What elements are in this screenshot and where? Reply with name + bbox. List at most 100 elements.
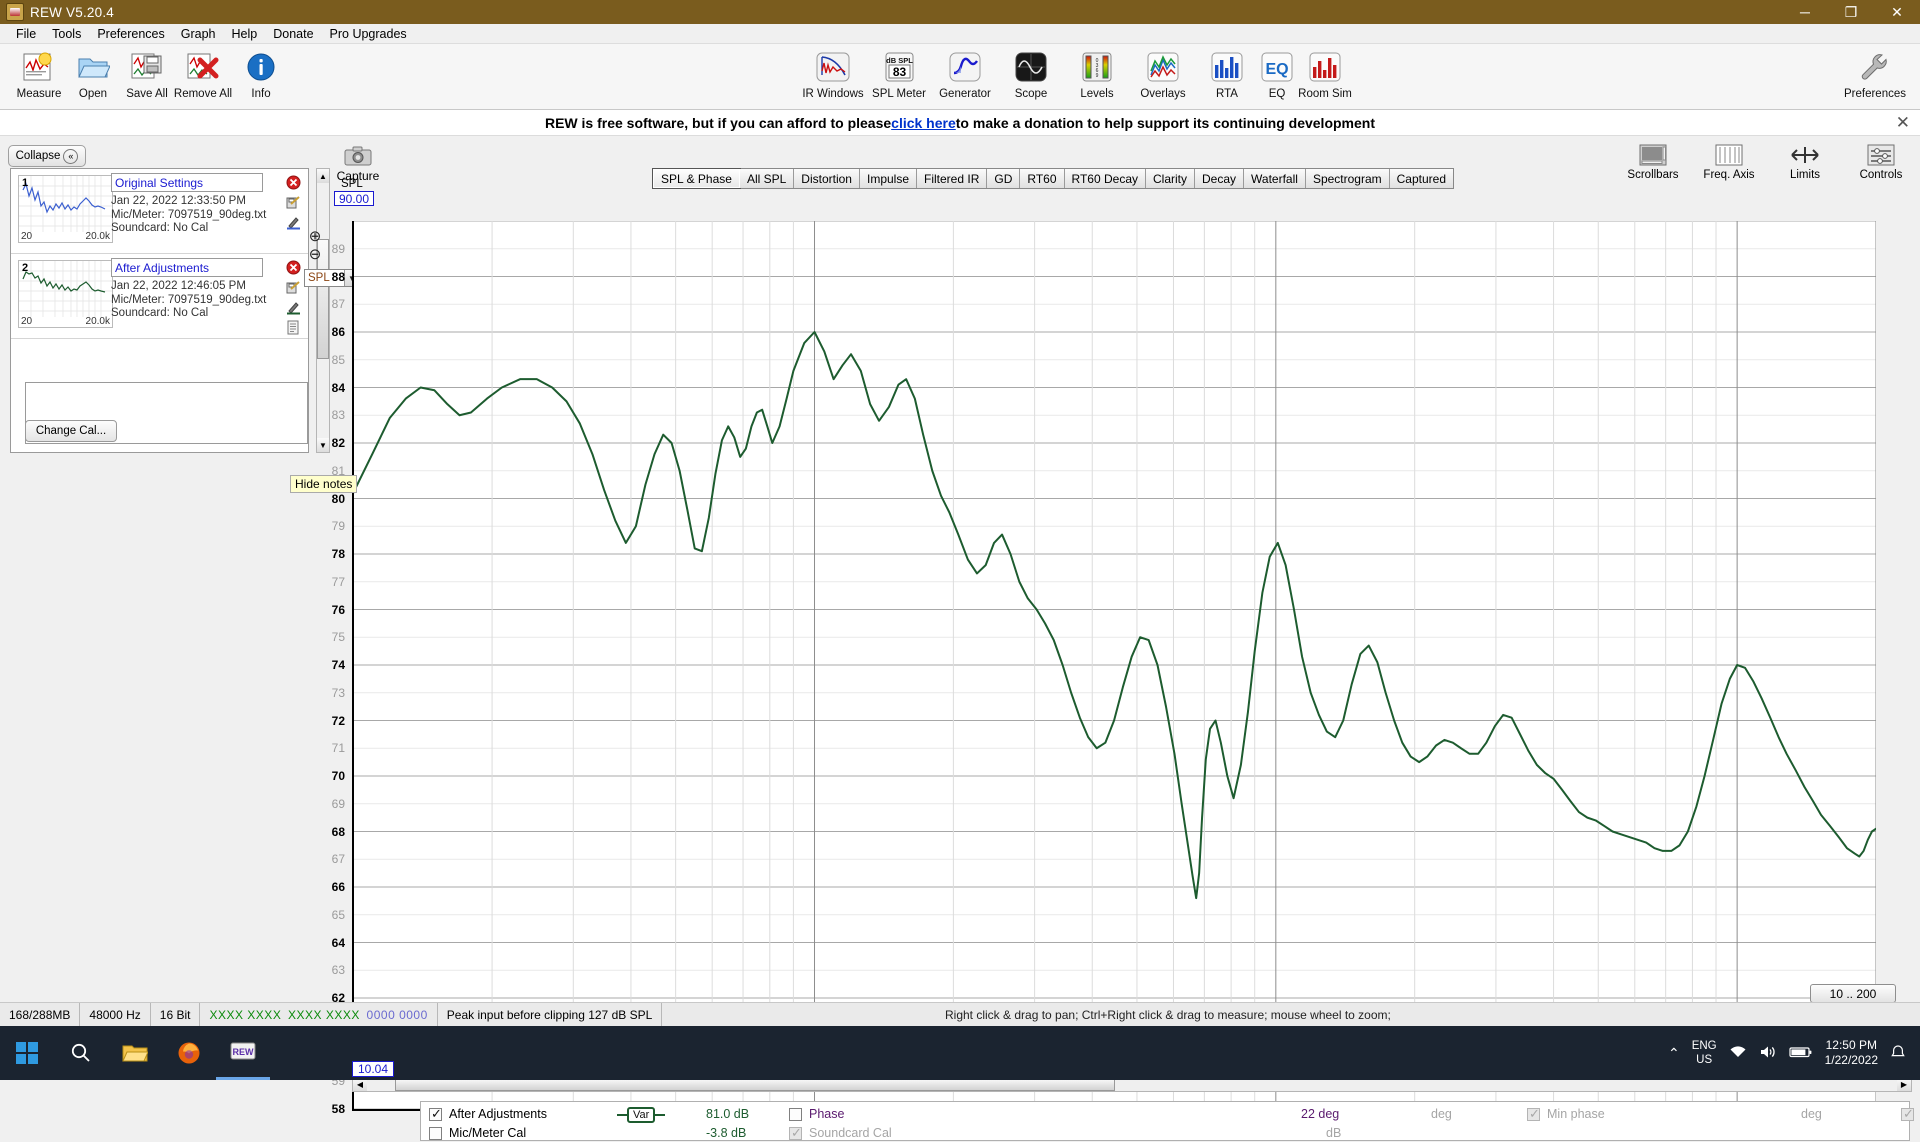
menu-item-help[interactable]: Help (224, 25, 266, 43)
battery-icon[interactable] (1789, 1045, 1813, 1062)
rew-taskbar-button[interactable]: REW (216, 1026, 270, 1080)
toolbar-scope-button[interactable]: Scope (994, 48, 1068, 100)
language-indicator[interactable]: ENG US (1692, 1039, 1717, 1067)
measurement-notes-icon-2[interactable] (283, 317, 303, 337)
limits-button[interactable]: Limits (1774, 141, 1836, 181)
tab-all-spl[interactable]: All SPL (739, 169, 795, 188)
firefox-icon[interactable] (162, 1026, 216, 1080)
measurement-thumb-high-2: 20.0k (85, 316, 110, 327)
y-tick-label: 75 (331, 630, 345, 645)
status-hint-text: Right click & drag to pan; Ctrl+Right cl… (945, 1007, 1391, 1022)
donation-banner: REW is free software, but if you can aff… (0, 110, 1920, 136)
tab-gd[interactable]: GD (987, 169, 1021, 188)
levels-icon: 0 3 6 9 (1060, 48, 1134, 86)
after-adjustments-checkbox[interactable] (429, 1106, 442, 1122)
toolbar-levels-button[interactable]: 0 3 6 9 Levels (1060, 48, 1134, 100)
legend-row-phase[interactable]: Phase (789, 1105, 844, 1123)
delete-measurement-icon-2[interactable] (283, 257, 303, 277)
save-measurement-icon-1[interactable] (283, 192, 303, 212)
measurement-title-input-2[interactable] (111, 258, 263, 277)
notification-icon[interactable] (1890, 1044, 1906, 1063)
tab-distortion[interactable]: Distortion (794, 169, 860, 188)
mic-meter-cal-checkbox[interactable] (429, 1126, 442, 1140)
measurement-title-input-1[interactable] (111, 173, 263, 192)
toolbar-ir-windows-button[interactable]: IR Windows (796, 48, 870, 100)
toolbar-overlays-button[interactable]: Overlays (1126, 48, 1200, 100)
info-icon (224, 48, 298, 86)
controls-button[interactable]: Controls (1850, 141, 1912, 181)
menu-item-preferences[interactable]: Preferences (89, 25, 172, 43)
delete-measurement-icon-1[interactable] (283, 172, 303, 192)
capture-button[interactable]: Capture (325, 143, 391, 183)
menu-item-donate[interactable]: Donate (265, 25, 321, 43)
x-axis-left-value-field[interactable]: 10.04 (352, 1061, 394, 1077)
menu-item-pro-upgrades[interactable]: Pro Upgrades (322, 25, 415, 43)
legend-row-mic-meter-cal[interactable]: Mic/Meter Cal (429, 1124, 526, 1142)
legend-row-after-adjustments[interactable]: After Adjustments (429, 1105, 547, 1123)
save-measurement-icon-2[interactable] (283, 277, 303, 297)
scrollbars-button[interactable]: Scrollbars (1622, 141, 1684, 181)
banner-text-before: REW is free software, but if you can aff… (544, 114, 892, 131)
menu-item-file[interactable]: File (8, 25, 44, 43)
tab-impulse[interactable]: Impulse (859, 169, 918, 188)
maximize-button[interactable]: ❐ (1828, 0, 1874, 24)
measurement-color-icon-2[interactable] (283, 297, 303, 317)
room-sim-icon (1288, 48, 1362, 86)
toolbar-generator-button[interactable]: Generator (928, 48, 1002, 100)
toolbar-info-button[interactable]: Info (224, 48, 298, 100)
banner-donate-link[interactable]: click here (891, 115, 956, 131)
taskbar-clock[interactable]: 12:50 PM 1/22/2022 (1825, 1038, 1878, 1068)
change-cal-button[interactable]: Change Cal... (25, 420, 117, 442)
tab-clarity[interactable]: Clarity (1146, 169, 1196, 188)
collapse-button[interactable]: Collapse « (8, 145, 86, 167)
tab-spectrogram[interactable]: Spectrogram (1305, 169, 1390, 188)
measurement-color-icon-1[interactable] (283, 212, 303, 232)
phase-checkbox[interactable] (789, 1107, 802, 1121)
y-axis-title: SPL (341, 178, 363, 190)
min-phase-label: Min phase (1547, 1107, 1605, 1121)
measurement-thumbnail-2: 2 20 20.0k (18, 260, 113, 328)
mic-meter-cal-value: -3.8 dB (706, 1126, 747, 1140)
tab-spl-phase[interactable]: SPL & Phase (652, 168, 741, 189)
close-button[interactable]: ✕ (1874, 0, 1920, 24)
after-adjustments-var-control[interactable]: Var (617, 1107, 666, 1123)
tab-rt60[interactable]: RT60 (1020, 169, 1065, 188)
measurement-date-2: Jan 22, 2022 12:46:05 PM (111, 280, 246, 292)
freq-axis-button[interactable]: Freq. Axis (1698, 141, 1760, 181)
measurement-item-1[interactable]: 1 20 20.0k Jan 22, 2022 12:33:50 PM Mic/… (11, 169, 308, 254)
tab-captured[interactable]: Captured (1389, 169, 1454, 188)
file-explorer-icon[interactable] (108, 1026, 162, 1080)
y-tick-label: 78 (331, 547, 345, 561)
toolbar-scope-label: Scope (1014, 88, 1048, 100)
measurement-item-2[interactable]: 2 20 20.0k Jan 22, 2022 12:46:05 PM Mic/… (11, 254, 308, 339)
toolbar-room-sim-button[interactable]: Room Sim (1288, 48, 1362, 100)
y-tick-label: 80 (331, 491, 345, 506)
phase-value: 22 deg (1301, 1107, 1340, 1121)
tray-chevron-icon[interactable]: ⌃ (1668, 1045, 1680, 1062)
range-preset-10-200-button[interactable]: 10 .. 200 (1810, 984, 1896, 1003)
toolbar-spl-meter-button[interactable]: dB SPL 83 SPL Meter (862, 48, 936, 100)
spl-chart: ⊕ ⊖ SPL ▼ 586062646668707274767880828486… (304, 191, 1910, 1129)
tab-waterfall[interactable]: Waterfall (1244, 169, 1306, 188)
menu-item-tools[interactable]: Tools (44, 25, 89, 43)
limits-icon (1774, 141, 1836, 169)
menu-item-graph[interactable]: Graph (173, 25, 224, 43)
overlays-icon (1126, 48, 1200, 86)
y-tick-label: 76 (331, 602, 345, 617)
banner-close-icon[interactable]: ✕ (1896, 113, 1910, 133)
toolbar-ir-windows-label: IR Windows (802, 88, 864, 100)
tab-rt60-decay[interactable]: RT60 Decay (1064, 169, 1146, 188)
search-icon[interactable] (54, 1026, 108, 1080)
tab-filtered-ir[interactable]: Filtered IR (917, 169, 988, 188)
toolbar-preferences-button[interactable]: Preferences (1838, 48, 1912, 100)
chart-plot-area[interactable] (352, 220, 1877, 1111)
minimize-button[interactable]: ─ (1782, 0, 1828, 24)
windows-start-icon[interactable] (0, 1026, 54, 1080)
wifi-icon[interactable] (1729, 1044, 1747, 1063)
var-label[interactable]: Var (627, 1107, 656, 1123)
measurement-date-1: Jan 22, 2022 12:33:50 PM (111, 195, 246, 207)
tab-decay[interactable]: Decay (1195, 169, 1245, 188)
memory-usage: 168/288MB (0, 1002, 81, 1027)
volume-icon[interactable] (1759, 1044, 1777, 1063)
toolbar-generator-label: Generator (939, 88, 991, 100)
